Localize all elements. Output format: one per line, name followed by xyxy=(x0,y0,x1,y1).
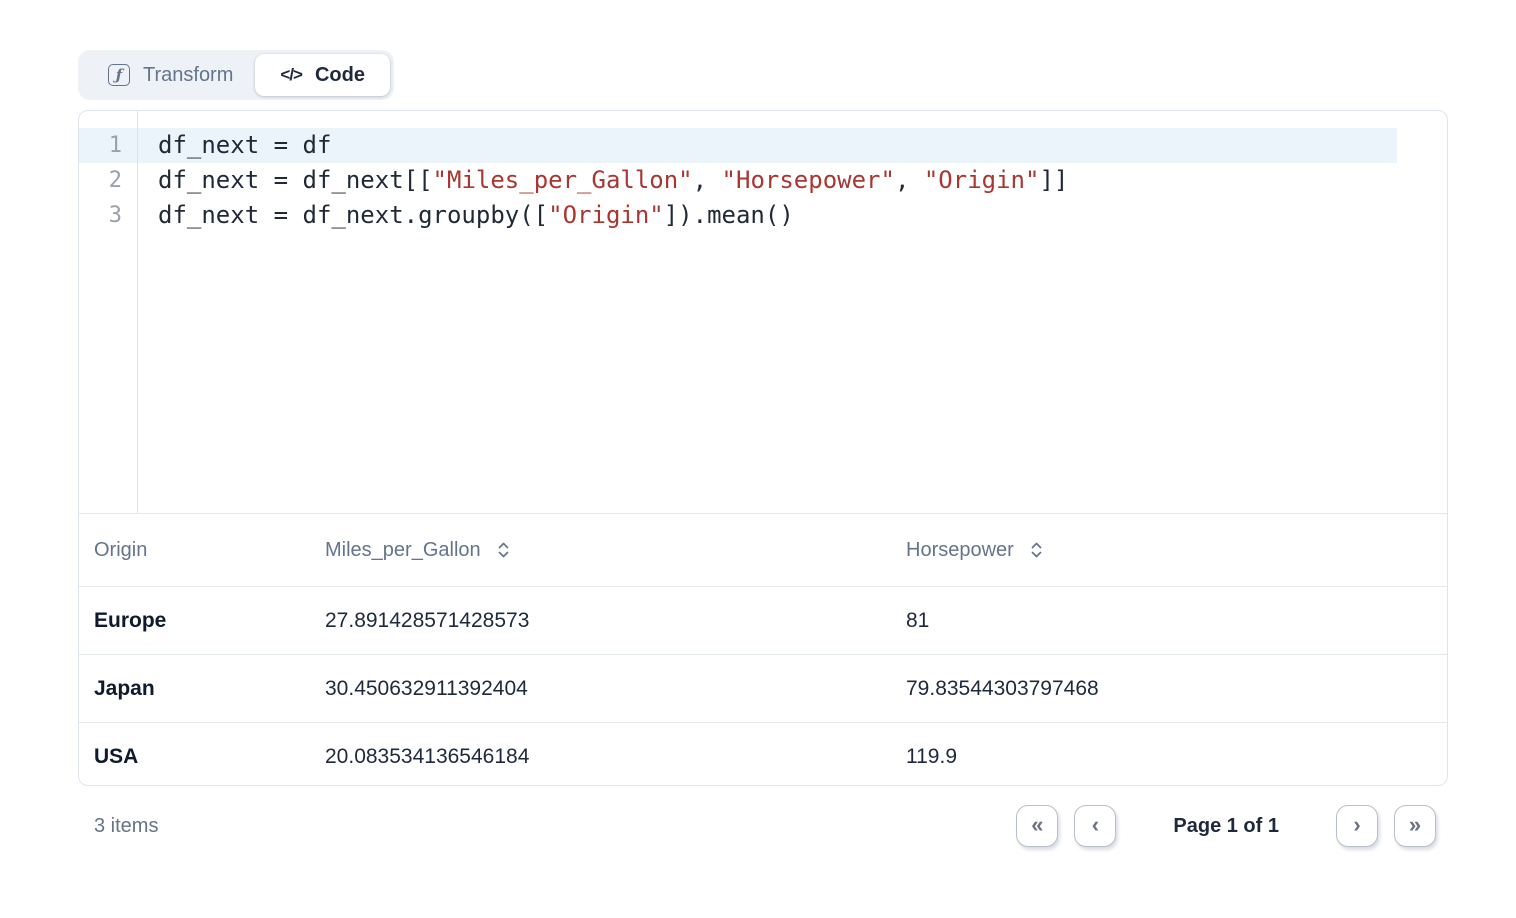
next-page-icon: › xyxy=(1353,812,1360,838)
first-page-icon: « xyxy=(1031,812,1043,838)
cell-value: 27.891428571428573 xyxy=(325,609,906,633)
view-mode-tabs: ƒ Transform </> Code xyxy=(78,50,394,100)
pagination-footer: 3 items « ‹ Page 1 of 1 › » xyxy=(78,798,1436,854)
tab-code-label: Code xyxy=(315,64,365,87)
sort-icon[interactable] xyxy=(1029,540,1044,560)
line-number: 2 xyxy=(79,163,137,198)
editor-line[interactable]: 2df_next = df_next[["Miles_per_Gallon", … xyxy=(79,163,1397,198)
table-row: Europe27.89142857142857381 xyxy=(79,586,1447,654)
cell-origin: Europe xyxy=(79,609,325,633)
code-token: df_next = df xyxy=(158,131,331,159)
table-row: Japan30.45063291139240479.83544303797468 xyxy=(79,654,1447,722)
cell-origin: USA xyxy=(79,745,325,769)
next-page-button[interactable]: › xyxy=(1336,805,1378,847)
code-icon: </> xyxy=(280,65,302,85)
code-line-content: df_next = df xyxy=(137,128,331,163)
last-page-icon: » xyxy=(1409,812,1421,838)
previous-page-icon: ‹ xyxy=(1092,812,1099,838)
tab-transform-label: Transform xyxy=(143,64,233,87)
code-token: , xyxy=(693,166,722,194)
table-row: USA20.083534136546184119.9 xyxy=(79,722,1447,786)
line-number: 3 xyxy=(79,198,137,233)
column-header-label: Miles_per_Gallon xyxy=(325,539,481,562)
cell-value: 20.083534136546184 xyxy=(325,745,906,769)
column-header-horsepower[interactable]: Horsepower xyxy=(906,539,1447,562)
function-icon: ƒ xyxy=(108,64,130,86)
cell-value: 119.9 xyxy=(906,745,1447,769)
page-indicator: Page 1 of 1 xyxy=(1173,815,1279,838)
string-token: "Origin" xyxy=(924,166,1040,194)
string-token: "Horsepower" xyxy=(722,166,895,194)
code-editor[interactable]: 1df_next = df2df_next = df_next[["Miles_… xyxy=(79,111,1447,513)
sort-icon[interactable] xyxy=(496,540,511,560)
editor-line[interactable]: 1 df_next = df xyxy=(79,128,1397,163)
cell-value: 30.450632911392404 xyxy=(325,677,906,701)
tab-transform[interactable]: ƒ Transform xyxy=(78,50,255,100)
cell-value: 81 xyxy=(906,609,1447,633)
code-line-content: df_next = df_next[["Miles_per_Gallon", "… xyxy=(137,163,1068,198)
code-token: , xyxy=(895,166,924,194)
editor-line[interactable]: 3df_next = df_next.groupby(["Origin"]).m… xyxy=(79,198,1397,233)
column-header-origin: Origin xyxy=(79,539,325,562)
result-table: OriginMiles_per_GallonHorsepower Europe2… xyxy=(79,513,1447,786)
column-header-label: Origin xyxy=(94,539,147,562)
table-body: Europe27.89142857142857381Japan30.450632… xyxy=(79,586,1447,786)
page: ƒ Transform </> Code 1df_next = df2df_ne… xyxy=(0,0,1516,918)
table-header-row: Origin Miles_per_Gallon Horsepower xyxy=(79,513,1447,586)
code-and-results-card: 1df_next = df2df_next = df_next[["Miles_… xyxy=(78,110,1448,786)
first-page-button[interactable]: « xyxy=(1016,805,1058,847)
items-count: 3 items xyxy=(78,815,158,838)
pager: « ‹ Page 1 of 1 › » xyxy=(1016,805,1436,847)
tab-code[interactable]: </> Code xyxy=(255,54,390,96)
column-header-content: Horsepower xyxy=(906,539,1447,562)
column-header-label: Horsepower xyxy=(906,539,1014,562)
previous-page-button[interactable]: ‹ xyxy=(1074,805,1116,847)
gutter-divider xyxy=(137,111,138,513)
string-token: "Origin" xyxy=(548,201,664,229)
last-page-button[interactable]: » xyxy=(1394,805,1436,847)
line-number: 1 xyxy=(79,128,137,163)
code-token: df_next = df_next[[ xyxy=(158,166,433,194)
column-header-content: Origin xyxy=(94,539,325,562)
cell-value: 79.83544303797468 xyxy=(906,677,1447,701)
editor-lines: 1df_next = df2df_next = df_next[["Miles_… xyxy=(79,128,1397,233)
cell-origin: Japan xyxy=(79,677,325,701)
code-line-content: df_next = df_next.groupby(["Origin"]).me… xyxy=(137,198,794,233)
column-header-miles_per_gallon[interactable]: Miles_per_Gallon xyxy=(325,539,906,562)
code-token: ]).mean() xyxy=(664,201,794,229)
column-header-content: Miles_per_Gallon xyxy=(325,539,906,562)
code-token: ]] xyxy=(1039,166,1068,194)
code-token: df_next = df_next.groupby([ xyxy=(158,201,548,229)
string-token: "Miles_per_Gallon" xyxy=(433,166,693,194)
